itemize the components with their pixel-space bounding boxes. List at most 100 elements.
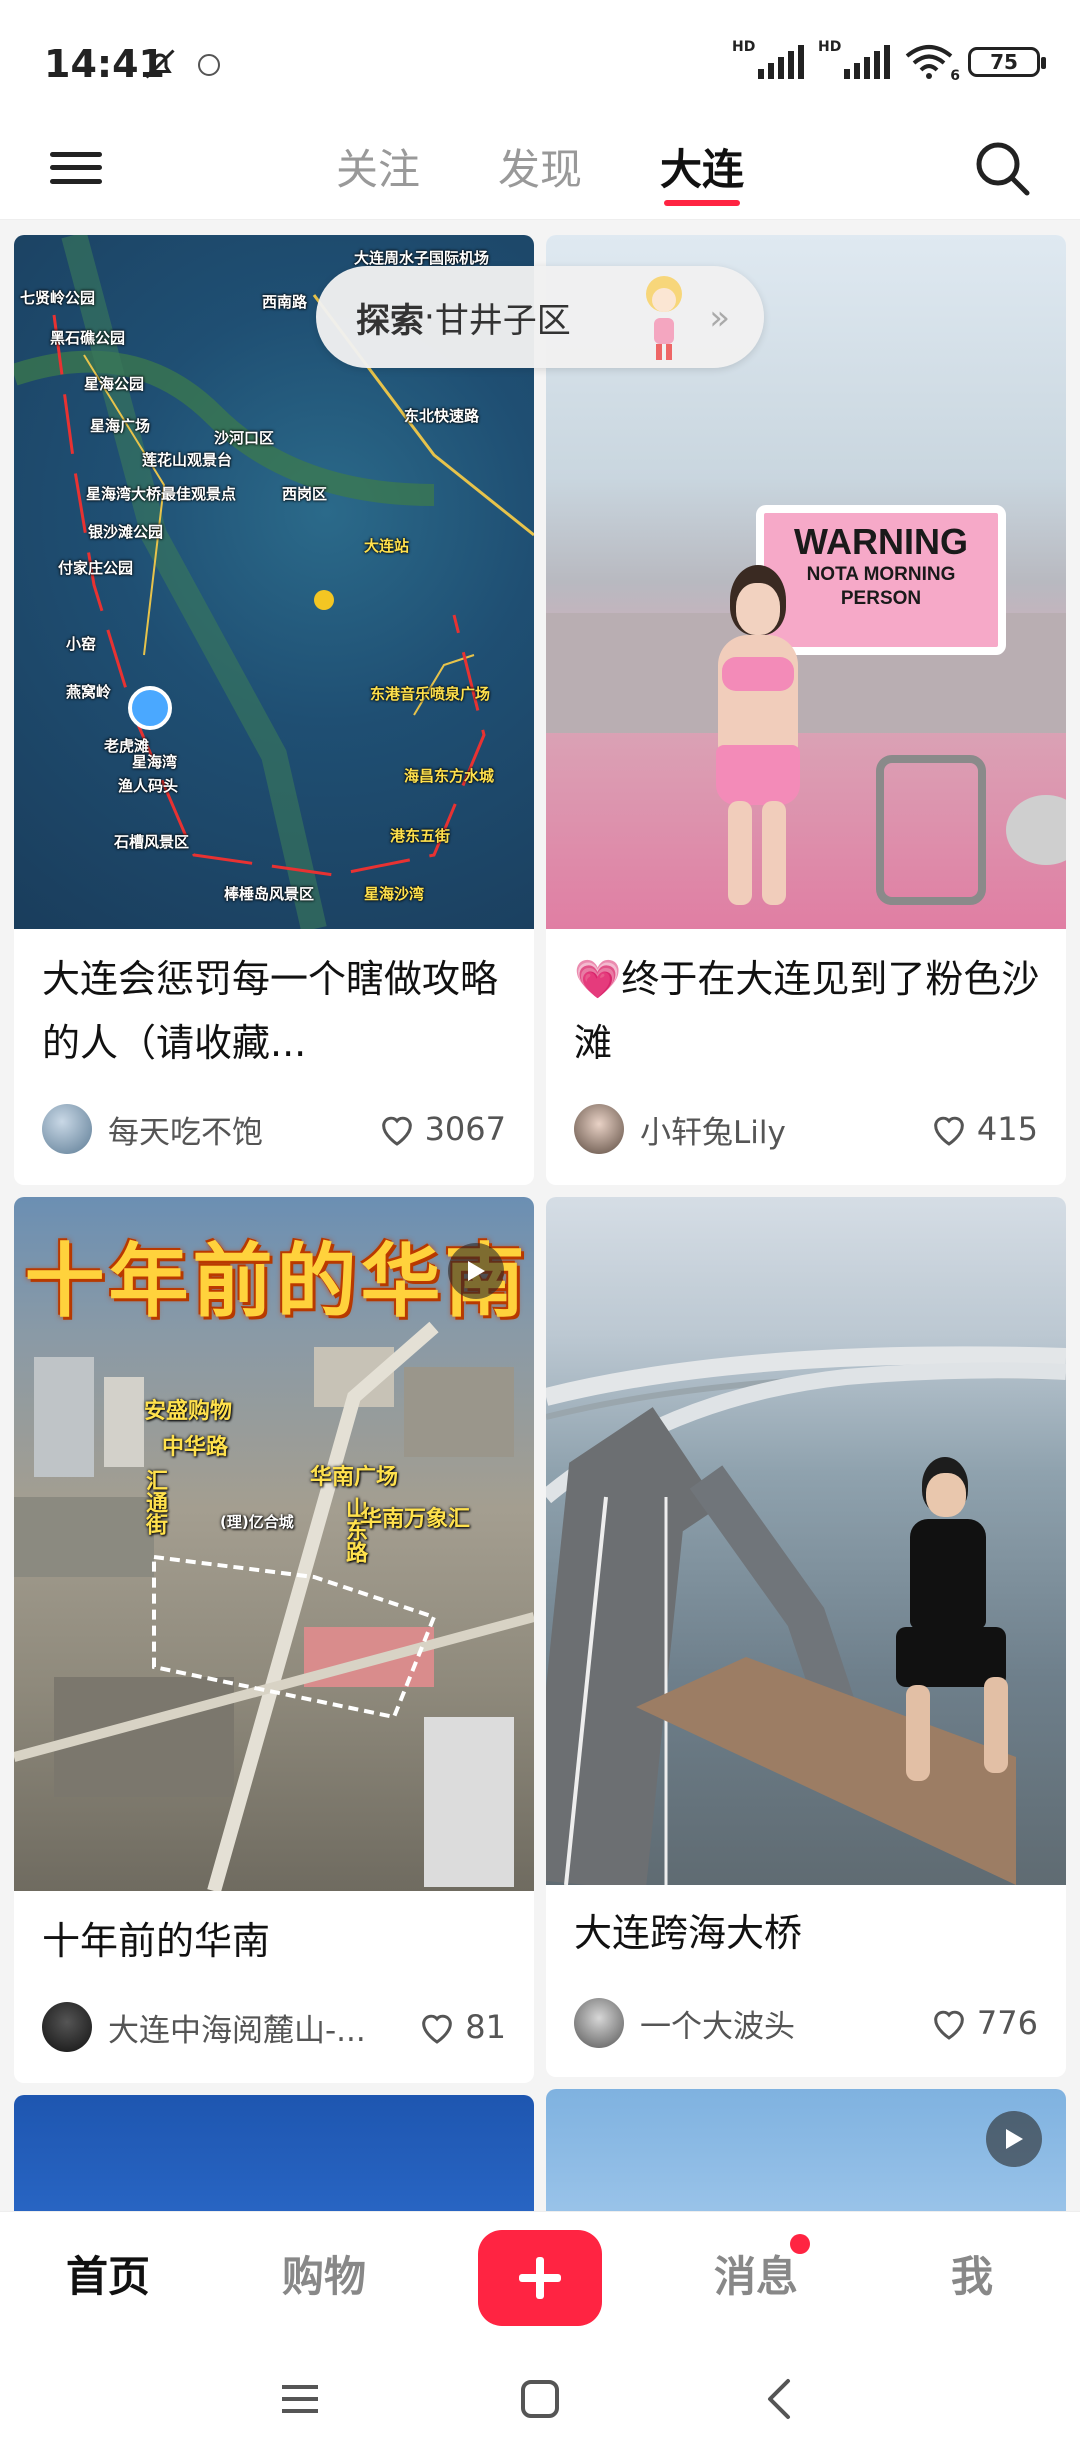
map-label: 东北快速路 <box>404 407 480 425</box>
tab-local[interactable]: 大连 <box>660 120 744 220</box>
signal-hd-label: HD <box>732 39 756 55</box>
note-cover-image: 十年前的华南 安盛购物 中华路 汇通街 华南广场 山东路 华南万象汇 (理)亿合… <box>14 1197 534 1891</box>
back-icon[interactable] <box>750 2369 810 2429</box>
note-card[interactable] <box>14 2095 534 2211</box>
like-button[interactable]: 415 <box>929 1109 1038 1149</box>
recent-apps-icon[interactable] <box>270 2369 330 2429</box>
note-title: 大连跨海大桥 <box>574 1911 803 1955</box>
home-nav-icon[interactable] <box>510 2369 570 2429</box>
map-label: 大连周水子国际机场 <box>354 249 490 267</box>
menu-icon[interactable] <box>48 140 104 196</box>
explore-location: 甘井子区 <box>434 300 571 341</box>
tab-following[interactable]: 关注 <box>336 120 420 220</box>
like-count: 3067 <box>424 1110 506 1148</box>
small-status-icon <box>198 54 220 76</box>
explore-location-pill[interactable]: 探索 · 甘井子区 » <box>316 266 764 368</box>
map-label: 小窑 <box>66 635 97 653</box>
person-figure <box>696 565 816 905</box>
create-post-button[interactable] <box>478 2230 602 2326</box>
note-meta: 一个大波头 776 <box>574 1997 1038 2049</box>
note-meta: 大连中海阅麓山-... 81 <box>42 2001 506 2053</box>
signal-icon-2: HD <box>818 39 890 79</box>
note-meta: 小轩兔Lily 415 <box>574 1103 1038 1155</box>
signal-icon: HD <box>732 39 804 79</box>
map-label: 西南路 <box>262 293 308 311</box>
notification-dot <box>790 2234 810 2254</box>
wifi-label: 6 <box>950 68 960 84</box>
mute-bell-icon <box>145 49 175 79</box>
tab-messages[interactable]: 消息 <box>696 2212 816 2342</box>
person-figure <box>876 1457 1026 1797</box>
like-button[interactable]: 3067 <box>377 1109 506 1149</box>
note-card[interactable]: WARNING NOTA MORNING PERSON 💗终于在大连见到了粉色沙… <box>546 235 1066 1185</box>
chevron-right-icon: » <box>709 298 730 338</box>
plus-icon <box>519 2257 561 2299</box>
status-bar: 14:41 HD HD 6 75 <box>0 0 1080 120</box>
feed-tabs: 关注 发现 大连 <box>0 120 1080 220</box>
map-label: 海昌东方水城 <box>404 767 495 785</box>
map-label: 星海湾 <box>132 753 178 771</box>
tab-discover[interactable]: 发现 <box>498 120 582 220</box>
tab-home[interactable]: 首页 <box>48 2212 168 2342</box>
explore-prefix: 探索 <box>356 300 424 341</box>
author-name[interactable]: 大连中海阅麓山-... <box>108 2005 417 2050</box>
map-label: 东港音乐喷泉广场 <box>370 685 491 703</box>
avatar[interactable] <box>574 1104 624 1154</box>
note-card[interactable]: 七贤岭公园 黑石礁公园 星海公园 星海广场 莲花山观景台 星海湾大桥最佳观景点 … <box>14 235 534 1185</box>
tab-shop[interactable]: 购物 <box>264 2212 384 2342</box>
search-icon[interactable] <box>972 138 1032 198</box>
map-label: 渔人码头 <box>118 777 179 795</box>
map-label: 星海广场 <box>90 417 151 435</box>
explore-separator: · <box>424 297 435 337</box>
map-label: 七贤岭公园 <box>20 289 96 307</box>
city-label: 中华路 <box>162 1435 229 1460</box>
like-count: 81 <box>465 2008 506 2046</box>
like-count: 415 <box>976 1110 1038 1148</box>
city-label: 安盛购物 <box>144 1399 233 1424</box>
tab-me[interactable]: 我 <box>912 2212 1032 2342</box>
city-label: (理)亿合城 <box>220 1513 294 1531</box>
author-name[interactable]: 每天吃不饱 <box>108 1107 377 1152</box>
video-play-icon <box>986 2111 1042 2167</box>
author-name[interactable]: 小轩兔Lily <box>640 1107 929 1152</box>
city-label: 华南广场 <box>310 1465 399 1490</box>
bottom-tab-bar: 首页 购物 消息 我 <box>0 2211 1080 2341</box>
city-label: 汇通街 <box>142 1469 167 1535</box>
city-label: 华南万象汇 <box>360 1507 471 1532</box>
heart-icon <box>934 1116 964 1146</box>
note-cover-image <box>14 2095 534 2211</box>
map-label: 付家庄公园 <box>58 559 134 577</box>
status-icons: HD HD 6 75 <box>732 39 1046 84</box>
like-count: 776 <box>976 2004 1038 2042</box>
battery-icon: 75 <box>968 47 1046 77</box>
author-name[interactable]: 一个大波头 <box>640 2001 929 2046</box>
avatar[interactable] <box>42 1104 92 1154</box>
note-title: 大连会惩罚每一个瞎做攻略的人（请收藏... <box>42 957 499 1065</box>
note-cover-image <box>546 1197 1066 1885</box>
chair <box>876 755 986 905</box>
sign-text: WARNING <box>794 521 968 562</box>
system-nav-bar <box>0 2341 1080 2460</box>
avatar[interactable] <box>42 2002 92 2052</box>
battery-level: 75 <box>990 50 1018 74</box>
like-button[interactable]: 776 <box>929 2003 1038 2043</box>
note-card[interactable] <box>546 2089 1066 2211</box>
heart-icon <box>422 2014 453 2044</box>
like-button[interactable]: 81 <box>417 2007 506 2047</box>
note-card[interactable]: 十年前的华南 安盛购物 中华路 汇通街 华南广场 山东路 华南万象汇 (理)亿合… <box>14 1197 534 2083</box>
note-card[interactable]: 大连跨海大桥 一个大波头 776 <box>546 1197 1066 2077</box>
map-label: 西岗区 <box>282 485 328 503</box>
map-label: 港东五街 <box>390 827 451 845</box>
map-label: 黑石礁公园 <box>50 329 126 347</box>
map-label: 银沙滩公园 <box>88 523 164 541</box>
map-label: 燕窝岭 <box>66 683 112 701</box>
video-play-icon <box>448 1243 504 1299</box>
wifi-icon: 6 <box>904 44 960 84</box>
note-title: 十年前的华南 <box>42 1919 271 1963</box>
map-label: 星海沙湾 <box>364 885 425 903</box>
table <box>1006 795 1066 865</box>
note-title: 💗终于在大连见到了粉色沙滩 <box>574 957 1040 1065</box>
avatar[interactable] <box>574 1998 624 2048</box>
heart-icon <box>381 1116 412 1146</box>
heart-icon <box>934 2010 964 2040</box>
